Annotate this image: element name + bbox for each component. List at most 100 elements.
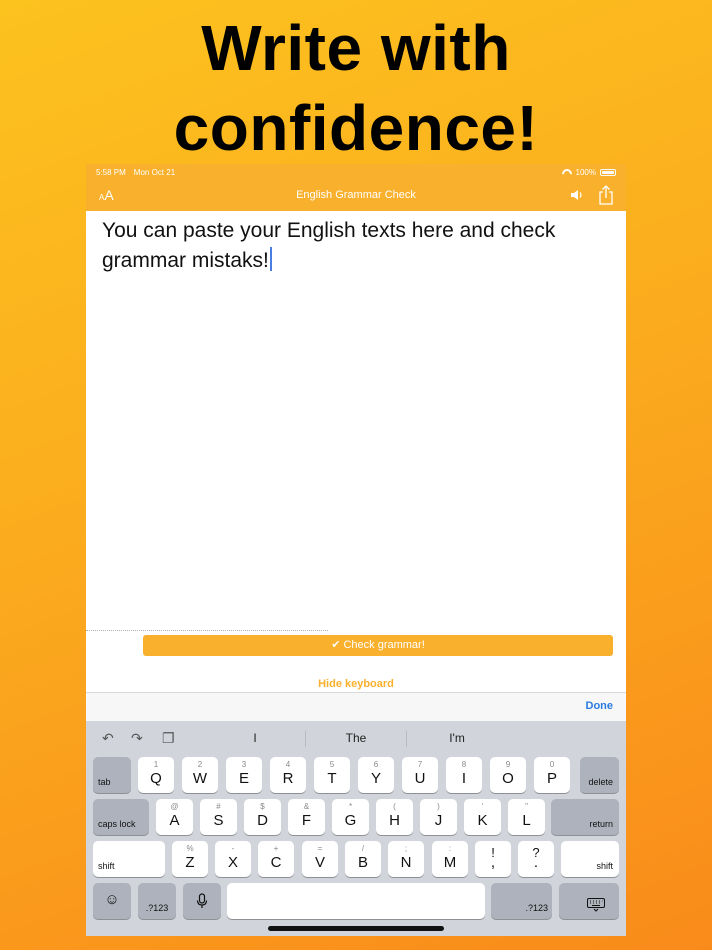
key-label: L bbox=[522, 812, 531, 829]
key-k[interactable]: ' K bbox=[464, 799, 501, 835]
redo-icon[interactable]: ↷ bbox=[131, 731, 147, 745]
key-i[interactable]: 8I bbox=[446, 757, 482, 793]
key-u[interactable]: 7U bbox=[402, 757, 438, 793]
key-j[interactable]: ) J bbox=[420, 799, 457, 835]
key-c[interactable]: + C bbox=[258, 841, 294, 877]
paste-icon[interactable]: ❐ bbox=[162, 731, 178, 745]
key-alt: / bbox=[361, 844, 365, 853]
key-x[interactable]: -X bbox=[215, 841, 251, 877]
key-alt: 9 bbox=[505, 760, 511, 769]
key-label: Y bbox=[370, 770, 381, 787]
key-v[interactable]: = V bbox=[302, 841, 338, 877]
headline-line-2: confidence! bbox=[173, 92, 539, 164]
key-q[interactable]: 1Q bbox=[138, 757, 174, 793]
key-n[interactable]: ; N bbox=[388, 841, 424, 877]
key-l[interactable]: " L bbox=[508, 799, 545, 835]
space-bar[interactable] bbox=[227, 883, 485, 919]
emoji-key[interactable]: ☺ bbox=[93, 883, 131, 919]
key-label: J bbox=[434, 812, 443, 829]
suggestion-item[interactable]: The bbox=[306, 721, 406, 755]
key-h[interactable]: (H bbox=[376, 799, 413, 835]
tab-key[interactable]: tab bbox=[93, 757, 131, 793]
key-m[interactable]: :M bbox=[432, 841, 468, 877]
key-label: B bbox=[357, 854, 368, 871]
key-label: R bbox=[282, 770, 294, 787]
text-cursor bbox=[269, 247, 272, 271]
key-label: V bbox=[314, 854, 325, 871]
key-alt: $ bbox=[260, 802, 265, 811]
shift-key-right[interactable]: shift bbox=[561, 841, 619, 877]
done-button[interactable]: Done bbox=[586, 700, 614, 712]
key-o[interactable]: 9O bbox=[490, 757, 526, 793]
tab-key-label: tab bbox=[98, 777, 111, 787]
key-label: S bbox=[213, 812, 224, 829]
key-label: X bbox=[227, 854, 238, 871]
key-r[interactable]: 4R bbox=[270, 757, 306, 793]
key-alt: + bbox=[273, 844, 279, 853]
key-label: A bbox=[169, 812, 180, 829]
key-alt: & bbox=[303, 802, 310, 811]
shift-key-label: shift bbox=[98, 861, 115, 871]
key-alt: 1 bbox=[153, 760, 159, 769]
check-grammar-button[interactable]: ✔ Check grammar! bbox=[143, 635, 613, 656]
key-alt: 7 bbox=[417, 760, 423, 769]
emoji-icon: ☺ bbox=[104, 891, 120, 908]
key-alt: 4 bbox=[285, 760, 291, 769]
wifi-icon bbox=[562, 169, 572, 176]
caps-lock-key[interactable]: caps lock bbox=[93, 799, 149, 835]
navigation-bar: AA English Grammar Check bbox=[86, 180, 626, 211]
text-editor[interactable]: You can paste your English texts here an… bbox=[102, 216, 612, 276]
key-g[interactable]: * G bbox=[332, 799, 369, 835]
key-label: Q bbox=[150, 770, 162, 787]
hide-keyboard-key[interactable] bbox=[559, 883, 619, 919]
key-label: C bbox=[270, 854, 282, 871]
return-key[interactable]: return bbox=[551, 799, 619, 835]
numbers-key-label: .?123 bbox=[145, 903, 169, 913]
return-key-label: return bbox=[589, 819, 613, 829]
suggestion-item[interactable]: I'm bbox=[407, 721, 507, 755]
suggestion-item[interactable]: I bbox=[205, 721, 305, 755]
numbers-key-right[interactable]: .?123 bbox=[491, 883, 552, 919]
key-w[interactable]: 2W bbox=[182, 757, 218, 793]
key-comma[interactable]: !, bbox=[475, 841, 511, 877]
key-label: G bbox=[344, 812, 357, 829]
key-b[interactable]: / B bbox=[345, 841, 381, 877]
delete-key[interactable]: delete bbox=[580, 757, 619, 793]
share-icon[interactable] bbox=[598, 185, 614, 205]
speaker-icon[interactable] bbox=[570, 188, 584, 202]
headline: Write with confidence! bbox=[0, 8, 712, 168]
key-period[interactable]: ?. bbox=[518, 841, 554, 877]
shift-key-left[interactable]: shift bbox=[93, 841, 165, 877]
key-f[interactable]: & F bbox=[288, 799, 325, 835]
status-time: 5:58 PM bbox=[96, 167, 126, 177]
editor-text: You can paste your English texts here an… bbox=[102, 219, 556, 272]
key-alt: 3 bbox=[241, 760, 247, 769]
hide-keyboard-button[interactable]: Hide keyboard bbox=[86, 678, 626, 690]
key-p[interactable]: 0P bbox=[534, 757, 570, 793]
key-e[interactable]: 3E bbox=[226, 757, 262, 793]
key-t[interactable]: 5T bbox=[314, 757, 350, 793]
key-alt: # bbox=[216, 802, 221, 811]
key-alt: 8 bbox=[461, 760, 467, 769]
key-s[interactable]: # S bbox=[200, 799, 237, 835]
undo-icon[interactable]: ↶ bbox=[102, 731, 118, 745]
key-y[interactable]: 6Y bbox=[358, 757, 394, 793]
key-z[interactable]: % Z bbox=[172, 841, 208, 877]
divider bbox=[86, 630, 328, 631]
key-alt: ' bbox=[481, 802, 484, 811]
key-alt: - bbox=[231, 844, 235, 853]
key-alt: 6 bbox=[373, 760, 379, 769]
key-d[interactable]: $ D bbox=[244, 799, 281, 835]
key-a[interactable]: @ A bbox=[156, 799, 193, 835]
key-alt: 5 bbox=[329, 760, 335, 769]
key-label: H bbox=[389, 812, 400, 829]
nav-title: English Grammar Check bbox=[296, 189, 416, 201]
key-alt: : bbox=[448, 844, 452, 853]
keyboard-accessory-bar: Done bbox=[86, 692, 626, 721]
key-alt: ) bbox=[437, 802, 440, 811]
key-alt: 0 bbox=[549, 760, 555, 769]
dictation-key[interactable] bbox=[183, 883, 221, 919]
key-label: . bbox=[533, 854, 539, 871]
key-label: D bbox=[257, 812, 268, 829]
numbers-key-left[interactable]: .?123 bbox=[138, 883, 176, 919]
